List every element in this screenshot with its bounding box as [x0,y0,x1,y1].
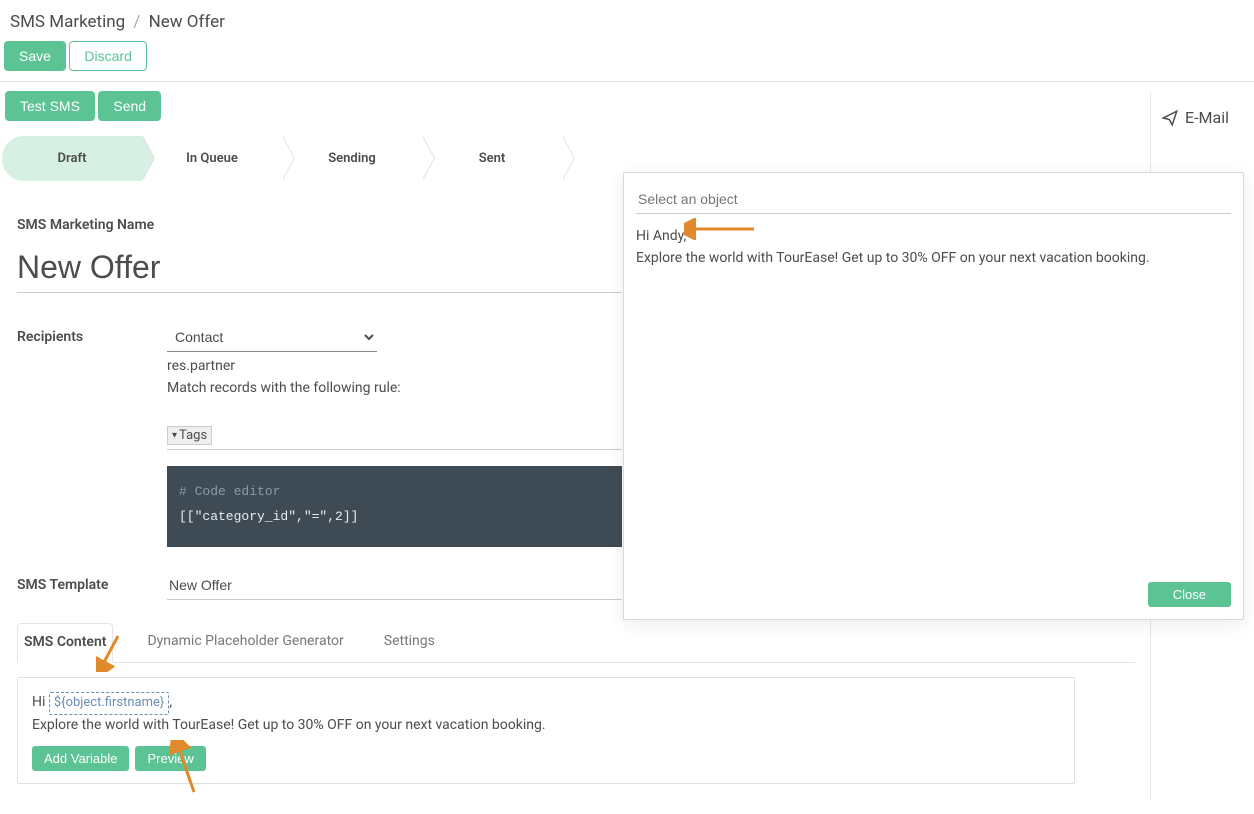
domain-code-editor[interactable]: # Code editor [["category_id","=",2]] [167,466,622,547]
preview-button[interactable]: Preview [135,746,205,771]
tab-settings[interactable]: Settings [378,623,441,663]
preview-object-select[interactable] [636,185,1231,214]
breadcrumb-current: New Offer [149,12,225,32]
recipients-select[interactable]: Contact [167,323,377,352]
form-buttons-row: Save Discard [0,37,1254,81]
template-label: SMS Template [17,571,167,593]
sms-greeting-prefix: Hi [32,694,49,710]
send-icon [1161,109,1179,127]
sms-variable-chip[interactable]: ${object.firstname} [49,692,169,714]
preview-line-2: Explore the world with TourEase! Get up … [636,250,1150,266]
code-comment: # Code editor [179,480,610,505]
content-tabs: SMS Content Dynamic Placeholder Generato… [17,622,1135,663]
preview-line-1: Hi Andy, [636,228,686,244]
code-line: [["category_id","=",2]] [179,505,610,530]
status-step-sending[interactable]: Sending [282,136,422,181]
send-button[interactable]: Send [98,91,161,121]
name-label: SMS Marketing Name [17,211,167,233]
recipients-label: Recipients [17,323,167,345]
status-step-sent[interactable]: Sent [422,136,562,181]
save-button[interactable]: Save [4,41,66,71]
test-sms-button[interactable]: Test SMS [5,91,95,121]
breadcrumb-root[interactable]: SMS Marketing [10,12,125,32]
preview-popup: Hi Andy, Explore the world with TourEase… [623,172,1244,620]
tags-chip[interactable]: ▾ Tags [167,426,212,445]
preview-rendered-text: Hi Andy, Explore the world with TourEase… [624,218,1243,572]
name-input[interactable] [17,247,622,293]
close-button[interactable]: Close [1148,582,1231,607]
email-channel-link[interactable]: E-Mail [1161,108,1244,127]
sms-content-editor[interactable]: Hi ${object.firstname}, Explore the worl… [17,677,1075,784]
status-step-in-queue[interactable]: In Queue [142,136,282,181]
breadcrumb-separator: / [133,12,140,32]
template-input[interactable] [167,571,622,600]
tab-sms-content[interactable]: SMS Content [17,623,113,663]
tags-chip-label: Tags [179,428,207,443]
sms-text: Hi ${object.firstname}, Explore the worl… [32,692,1060,736]
breadcrumb: SMS Marketing / New Offer [0,0,1254,37]
tab-dynamic-placeholder[interactable]: Dynamic Placeholder Generator [141,623,349,663]
caret-down-icon: ▾ [172,430,177,441]
sms-body: Explore the world with TourEase! Get up … [32,717,546,733]
discard-button[interactable]: Discard [69,41,146,71]
email-channel-label: E-Mail [1185,108,1229,127]
sms-greeting-suffix: , [169,694,172,710]
action-bar: Test SMS Send [0,82,1254,130]
tags-field[interactable]: ▾ Tags [167,426,622,450]
status-step-draft[interactable]: Draft [2,136,142,181]
add-variable-button[interactable]: Add Variable [32,746,129,771]
